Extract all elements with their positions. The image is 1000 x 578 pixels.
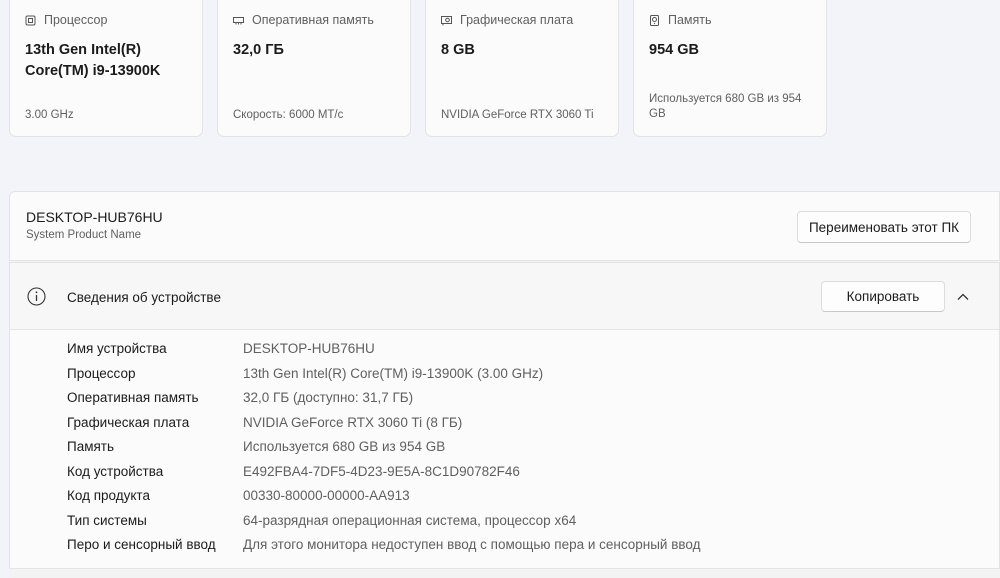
spec-label: Код устройства	[67, 463, 164, 479]
spec-row: Графическая плата NVIDIA GeForce RTX 306…	[67, 411, 999, 436]
device-info-title: Сведения об устройстве	[67, 290, 221, 305]
spec-row: Имя устройства DESKTOP-HUB76HU	[67, 337, 999, 362]
spec-value: E492FBA4-7DF5-4D23-9E5A-8C1D90782F46	[243, 463, 520, 479]
spec-row: Код продукта 00330-80000-00000-AA913	[67, 484, 999, 509]
card-title: Процессор	[44, 13, 108, 27]
card-value: 32,0 ГБ	[233, 42, 284, 58]
spec-label: Процессор	[67, 365, 136, 381]
spec-row: Процессор 13th Gen Intel(R) Core(TM) i9-…	[67, 362, 999, 387]
card-title: Графическая плата	[460, 13, 574, 27]
spec-value: NVIDIA GeForce RTX 3060 Ti (8 ГБ)	[243, 414, 463, 430]
spec-label: Код продукта	[67, 488, 150, 503]
spec-label: Память	[67, 439, 115, 454]
cpu-icon	[25, 15, 36, 26]
storage-icon	[649, 14, 660, 26]
card-subtext: 3.00 GHz	[25, 109, 74, 121]
spec-value: DESKTOP-HUB76HU	[243, 341, 375, 356]
spec-label: Перо и сенсорный ввод	[67, 537, 216, 552]
card-value: 8 GB	[441, 42, 475, 58]
card-value: 13th Gen Intel(R) Core(TM) i9-13900K	[25, 42, 161, 79]
card-subtext: Используется 680 GB из 954 GB	[649, 93, 802, 120]
spec-row: Тип системы 64-разрядная операционная си…	[67, 509, 999, 534]
spec-label: Имя устройства	[67, 341, 167, 356]
spec-row: Код устройства E492FBA4-7DF5-4D23-9E5A-8…	[67, 460, 999, 485]
spec-value: 64-разрядная операционная система, проце…	[243, 512, 577, 528]
card-header: Графическая плата	[441, 13, 573, 27]
card-subtext: Скорость: 6000 МТ/с	[233, 109, 344, 121]
spec-value: 00330-80000-00000-AA913	[243, 488, 410, 503]
card-gpu: Графическая плата 8 GB NVIDIA GeForce RT…	[425, 0, 619, 137]
spec-row: Оперативная память 32,0 ГБ (доступно: 31…	[67, 386, 999, 411]
spec-value: 13th Gen Intel(R) Core(TM) i9-13900K (3.…	[243, 365, 544, 381]
info-icon	[27, 287, 46, 306]
card-storage: Память 954 GB Используется 680 GB из 954…	[633, 0, 827, 137]
device-info-header[interactable]: Сведения об устройстве Копировать	[10, 263, 999, 330]
spec-label: Оперативная память	[67, 390, 199, 405]
device-info-panel: Сведения об устройстве Копировать Имя ус…	[9, 262, 1000, 577]
spec-label: Графическая плата	[67, 414, 190, 430]
card-header: Процессор	[25, 13, 107, 27]
chevron-up-icon[interactable]	[956, 290, 970, 304]
copy-button[interactable]: Копировать	[821, 281, 945, 312]
card-header: Оперативная память	[233, 13, 374, 27]
device-spec-list: Имя устройства DESKTOP-HUB76HU Процессор…	[67, 337, 999, 558]
spec-value: Для этого монитора недоступен ввод с пом…	[243, 537, 701, 552]
card-title: Память	[668, 13, 712, 27]
spec-value: 32,0 ГБ (доступно: 31,7 ГБ)	[243, 390, 414, 405]
card-header: Память	[649, 13, 712, 27]
spec-row: Перо и сенсорный ввод Для этого монитора…	[67, 533, 999, 558]
gpu-icon	[441, 15, 452, 26]
pc-name: DESKTOP-HUB76HU	[26, 209, 163, 225]
ram-icon	[233, 15, 244, 26]
card-processor: Процессор 13th Gen Intel(R) Core(TM) i9-…	[9, 0, 203, 137]
rename-pc-button[interactable]: Переименовать этот ПК	[797, 211, 971, 243]
card-title: Оперативная память	[252, 13, 374, 27]
card-subtext: NVIDIA GeForce RTX 3060 Ti	[441, 109, 594, 121]
pc-name-panel: DESKTOP-HUB76HU System Product Name Пере…	[9, 191, 1000, 261]
spec-label: Тип системы	[67, 512, 147, 528]
spec-row: Память Используется 680 GB из 954 GB	[67, 435, 999, 460]
spec-value: Используется 680 GB из 954 GB	[243, 439, 446, 454]
card-ram: Оперативная память 32,0 ГБ Скорость: 600…	[217, 0, 411, 137]
card-value: 954 GB	[649, 42, 699, 58]
pc-model: System Product Name	[26, 229, 142, 241]
